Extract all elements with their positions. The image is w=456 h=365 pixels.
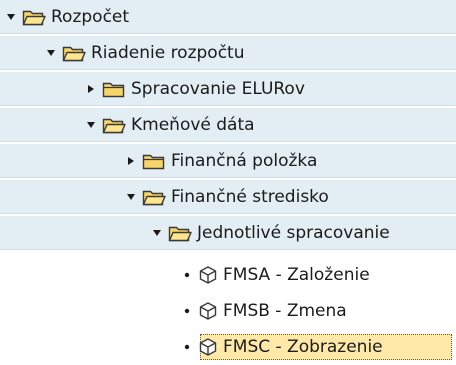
tree-row[interactable]: Spracovanie ELURov [0,72,456,106]
tree-row[interactable]: Kmeňové dáta [0,108,456,142]
tree-node-fmsb[interactable]: FMSB - Zmena [180,294,347,328]
tree-node-jednotlive-spracovanie[interactable]: Jednotlivé spracovanie [150,216,390,250]
tree-node-fmsa[interactable]: FMSA - Založenie [180,258,370,292]
tree-node-financne-stredisko[interactable]: Finančné stredisko [124,180,329,214]
folder-open-icon [62,44,86,62]
tree-row[interactable]: FMSB - Zmena [0,294,456,328]
tree-row[interactable]: Riadenie rozpočtu [0,36,456,70]
triangle-right-icon[interactable] [84,82,98,96]
tree-node-spracovanie-elurov[interactable]: Spracovanie ELURov [84,72,305,106]
triangle-down-icon[interactable] [44,46,58,60]
triangle-down-icon[interactable] [124,190,138,204]
bullet-dot [180,268,194,282]
tree-node-label: Rozpočet [51,6,130,27]
tree-node-label: Finančná položka [171,150,318,171]
tree-node-label: FMSA - Založenie [223,264,370,285]
triangle-down-icon[interactable] [150,226,164,240]
folder-icon [142,152,166,170]
folder-open-icon [142,188,166,206]
tree-row[interactable]: Rozpočet [0,0,456,34]
tree-node-financna-polozka[interactable]: Finančná položka [124,144,317,178]
tree-node-label: Kmeňové dáta [131,114,255,135]
tree-node-riadenie-rozpoctu[interactable]: Riadenie rozpočtu [44,36,244,70]
tree-node-label: FMSB - Zmena [223,300,347,321]
cube-icon [198,301,218,321]
tree-row[interactable]: Finančné stredisko [0,180,456,214]
tree-node-kmenove-data[interactable]: Kmeňové dáta [84,108,255,142]
cube-icon [198,337,218,357]
tree-row[interactable]: Jednotlivé spracovanie [0,216,456,250]
tree-node-rozpocet[interactable]: Rozpočet [4,0,129,34]
cube-icon [198,265,218,285]
tree-row[interactable]: FMSC - Zobrazenie [0,330,456,364]
folder-open-icon [102,116,126,134]
tree-node-label: FMSC - Zobrazenie [223,336,383,357]
bullet-dot [180,340,194,354]
menu-tree: Rozpočet Riadenie rozpočtu Spracovanie E… [0,0,456,365]
triangle-right-icon[interactable] [124,154,138,168]
tree-node-label: Jednotlivé spracovanie [197,222,390,243]
triangle-down-icon[interactable] [84,118,98,132]
tree-node-fmsc[interactable]: FMSC - Zobrazenie [180,330,383,364]
tree-node-label: Riadenie rozpočtu [91,42,245,63]
tree-node-label: Finančné stredisko [171,186,329,207]
bullet-dot [180,304,194,318]
folder-open-icon [22,8,46,26]
folder-icon [102,80,126,98]
tree-row[interactable]: FMSA - Založenie [0,258,456,292]
triangle-down-icon[interactable] [4,10,18,24]
folder-open-icon [168,224,192,242]
tree-node-label: Spracovanie ELURov [131,78,305,99]
tree-row[interactable]: Finančná položka [0,144,456,178]
